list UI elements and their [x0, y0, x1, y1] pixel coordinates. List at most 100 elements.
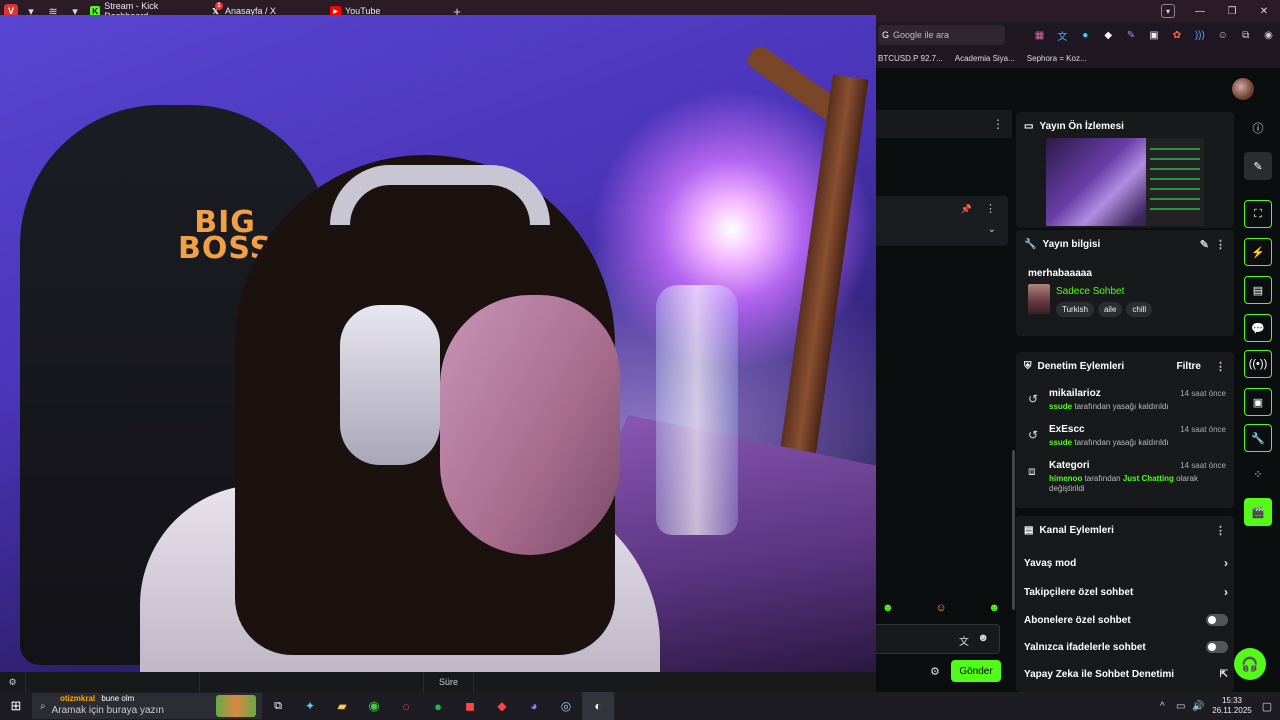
chevron-down-icon[interactable]: ⌄	[988, 224, 996, 235]
file-explorer-icon[interactable]: ▰	[326, 699, 358, 713]
discord-icon[interactable]: ◕	[518, 699, 550, 713]
screen-capture-icon[interactable]: ⛶	[1244, 200, 1272, 228]
mod-action-user[interactable]: ExEscc	[1049, 424, 1085, 435]
help-headset-icon[interactable]: 🎧	[1234, 648, 1266, 680]
mod-action-user[interactable]: mikailarioz	[1049, 388, 1101, 399]
copilot-icon[interactable]: ✦	[294, 699, 326, 713]
document-icon[interactable]: ▤	[1244, 276, 1272, 304]
tag[interactable]: Turkish	[1056, 302, 1094, 317]
popout-video-player[interactable]: BIG BOSS	[0, 15, 876, 672]
clock[interactable]: 15:33 26.11.2025	[1210, 696, 1254, 716]
edit-icon[interactable]: ✎	[1244, 152, 1272, 180]
more-options-icon[interactable]: ⋮	[985, 202, 996, 215]
apps-icon[interactable]: ⁘	[1244, 460, 1272, 488]
diamond-extension-icon[interactable]: ◆	[1097, 25, 1120, 45]
send-button[interactable]: Gönder	[951, 660, 1001, 682]
video-water-bottle	[656, 285, 738, 535]
more-options-icon[interactable]: ⋮	[1215, 238, 1226, 251]
scrollbar[interactable]	[1012, 450, 1015, 610]
actor-name[interactable]: ssude	[1049, 402, 1072, 411]
profile-icon[interactable]: ◉	[1257, 25, 1280, 45]
actor-name[interactable]: ssude	[1049, 438, 1072, 447]
emote-icon[interactable]: ☺	[935, 602, 946, 622]
mod-action-desc: himenoo tarafından Just Chatting olarak …	[1049, 474, 1229, 494]
chat-icon[interactable]: 💬	[1244, 314, 1272, 342]
drop-extension-icon[interactable]: ●	[1074, 25, 1097, 45]
more-options-icon[interactable]: ⋮	[1215, 524, 1226, 537]
mod-action-user[interactable]: Kategori	[1049, 460, 1090, 471]
tag[interactable]: chill	[1126, 302, 1153, 317]
slow-mode-row[interactable]: Yavaş mod ›	[1024, 553, 1228, 573]
layout-icon[interactable]: ▣	[1244, 388, 1272, 416]
chat-input[interactable]: 文 ☻	[876, 624, 1000, 654]
stat-cell	[200, 672, 424, 692]
translate-extension-icon[interactable]: 文	[1051, 25, 1074, 45]
volume-icon[interactable]: 🔊	[1192, 701, 1210, 712]
bookmark-item[interactable]: BTCUSD.P 92.7...	[878, 54, 943, 63]
followers-only-row[interactable]: Takipçilere özel sohbet ›	[1024, 582, 1228, 602]
opera-icon[interactable]: ○	[390, 699, 422, 714]
tag[interactable]: aile	[1097, 302, 1123, 317]
lightning-icon[interactable]: ⚡	[1244, 238, 1272, 266]
ghost-extension-icon[interactable]: ☺	[1211, 25, 1234, 45]
vivaldi-icon[interactable]: ◼	[454, 699, 486, 713]
chat-app-icon[interactable]: ◆	[486, 699, 518, 713]
fox-extension-icon[interactable]: ✿	[1165, 25, 1188, 45]
more-options-icon[interactable]: ⋮	[1215, 360, 1226, 373]
minimize-icon[interactable]: —	[1184, 0, 1216, 22]
actor-name[interactable]: himenoo	[1049, 474, 1082, 483]
stat-cell	[26, 672, 200, 692]
address-bar: G Google ile ara ▦ 文 ● ◆ ✎ ▣ ✿ ))) ☺ ⧉ ◉	[876, 22, 1280, 48]
emoji-icon[interactable]: ☻	[977, 632, 989, 644]
audio-extension-icon[interactable]: )))	[1188, 25, 1211, 45]
bookmarks-bar: BTCUSD.P 92.7... Academia Siya... Sephor…	[876, 48, 1280, 68]
ai-moderation-row[interactable]: Yapay Zeka ile Sohbet Denetimi ⇱	[1024, 664, 1228, 684]
emote-icon[interactable]: ☻	[882, 602, 894, 622]
translate-icon[interactable]: 文	[959, 633, 969, 648]
broadcast-icon[interactable]: ((•))	[1244, 350, 1272, 378]
filter-button[interactable]: Filtre	[1177, 361, 1201, 372]
steam-icon[interactable]: ◎	[550, 699, 582, 713]
emote-icon[interactable]: ☻	[988, 602, 1000, 622]
emote-only-toggle[interactable]	[1206, 641, 1228, 653]
tab-list-icon[interactable]: ▾	[1161, 4, 1175, 18]
search-box[interactable]: G Google ile ara	[878, 25, 1006, 45]
category-thumbnail	[1028, 284, 1050, 314]
duration-label: Süre	[424, 672, 474, 692]
shield-extension-icon[interactable]: ▣	[1143, 25, 1166, 45]
mod-action-time: 14 saat önce	[1180, 461, 1226, 470]
settings-icon[interactable]: ⚙	[0, 672, 26, 692]
mod-action-item: ⧈ Kategori 14 saat önce himenoo tarafınd…	[1024, 460, 1226, 494]
clapperboard-icon[interactable]: 🎬	[1244, 498, 1272, 526]
windows-start-icon[interactable]: ⊞	[0, 692, 32, 720]
extensions-icon[interactable]: ⧉	[1234, 25, 1257, 45]
notifications-icon[interactable]: ▢	[1254, 700, 1280, 713]
chrome-icon[interactable]: ◉	[358, 698, 390, 714]
feather-extension-icon[interactable]: ✎	[1120, 25, 1143, 45]
category-name[interactable]: Sadece Sohbet	[1056, 286, 1124, 297]
maximize-icon[interactable]: ❐	[1216, 0, 1248, 22]
notification-preview: otizmkral bune olm	[60, 694, 134, 703]
network-icon[interactable]: ▭	[1176, 701, 1192, 712]
tray-chevron-up-icon[interactable]: ^	[1160, 701, 1176, 712]
spotify-icon[interactable]: ●	[422, 699, 454, 714]
obs-icon[interactable]: ◐	[582, 692, 614, 720]
avatar[interactable]	[1232, 78, 1254, 100]
bookmark-item[interactable]: Academia Siya...	[955, 54, 1015, 63]
task-view-icon[interactable]: ⧉	[262, 700, 294, 713]
screen: V ▾ ≋ ▾ K Stream - Kick Dashboard 𝕏1 Ana…	[0, 0, 1280, 720]
pin-icon[interactable]: 📌	[961, 204, 972, 215]
wrench-icon: 🔧	[1024, 238, 1037, 250]
wrench-icon[interactable]: 🔧	[1244, 424, 1272, 452]
subscribers-only-toggle[interactable]	[1206, 614, 1228, 626]
taskbar-search[interactable]: ⌕ Aramak için buraya yazın otizmkral bun…	[32, 693, 262, 719]
chat-send-row: ⚙ Gönder	[876, 660, 1008, 684]
calendar-extension-icon[interactable]: ▦	[1028, 25, 1051, 45]
gear-icon[interactable]: ⚙	[930, 665, 940, 678]
stream-preview-image[interactable]	[1046, 138, 1204, 226]
info-icon[interactable]: ⓘ	[1244, 114, 1272, 142]
bookmark-item[interactable]: Sephora = Koz...	[1027, 54, 1087, 63]
close-icon[interactable]: ✕	[1248, 0, 1280, 22]
more-options-icon[interactable]: ⋮	[992, 117, 1004, 131]
edit-icon[interactable]: ✎	[1200, 238, 1209, 251]
